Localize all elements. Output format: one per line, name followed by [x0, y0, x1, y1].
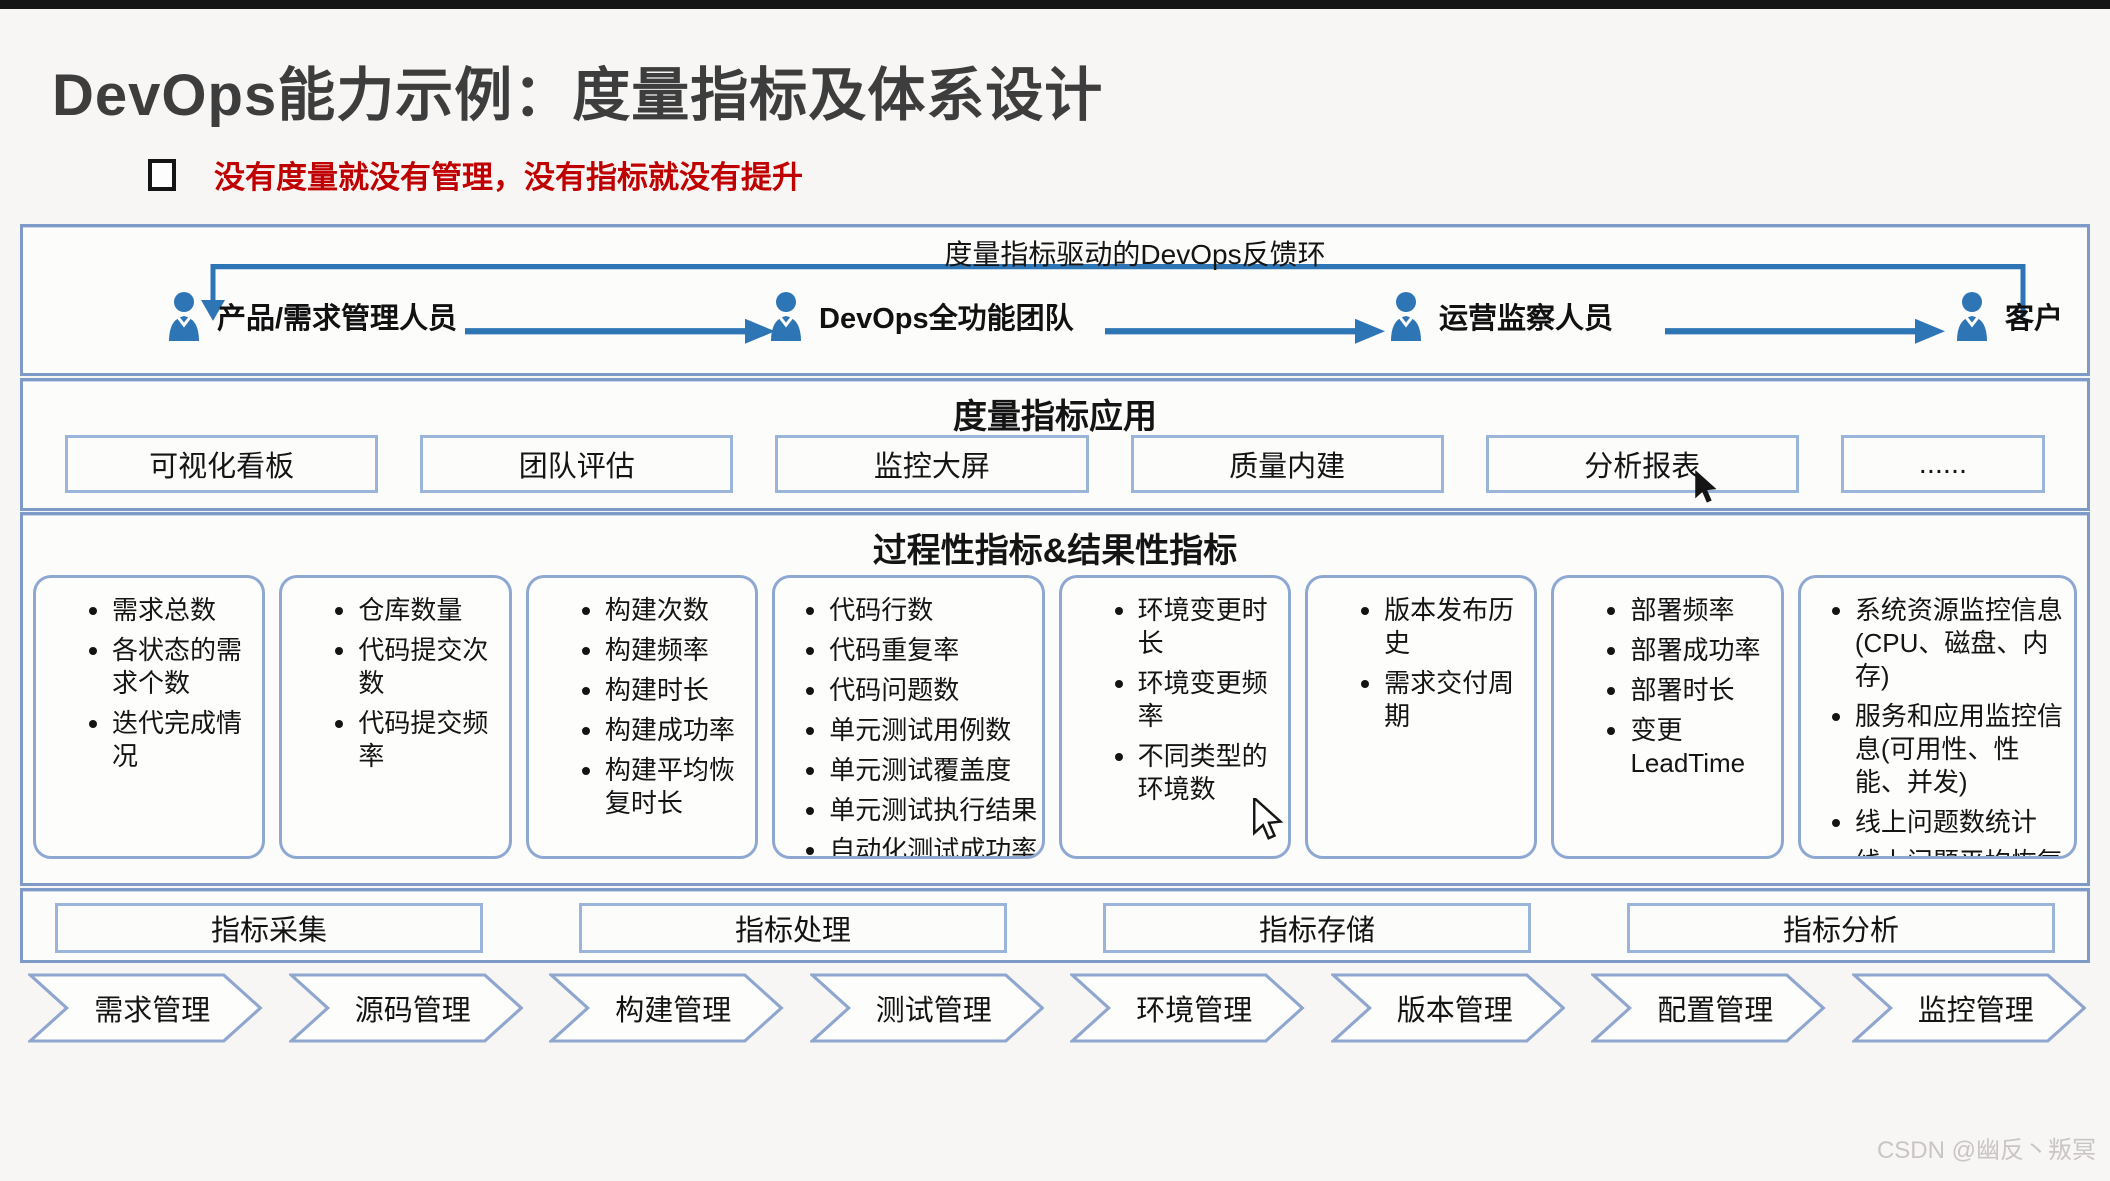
pipeline-stage-version-mgmt: 版本管理	[1331, 973, 1566, 1043]
pipeline-stage-label: 构建管理	[549, 973, 784, 1043]
app-box-team-evaluation: 团队评估	[420, 435, 733, 493]
metric-item: 构建成功率	[605, 714, 751, 747]
metric-processing-panel: 指标采集 指标处理 指标存储 指标分析	[20, 888, 2090, 963]
top-black-strip	[0, 0, 2110, 9]
metric-item: 部署时长	[1630, 674, 1776, 707]
role-label: 客户	[2005, 295, 2063, 337]
metric-column-release: 版本发布历史 需求交付周期	[1305, 575, 1537, 859]
pipeline-stage-source-mgmt: 源码管理	[289, 973, 524, 1043]
metric-column-monitoring: 系统资源监控信息(CPU、磁盘、内存) 服务和应用监控信息(可用性、性能、并发)…	[1798, 575, 2077, 859]
role-product-manager: 产品/需求管理人员	[163, 291, 457, 341]
proc-box-process: 指标处理	[579, 903, 1007, 953]
app-box-analysis-report: 分析报表	[1486, 435, 1799, 493]
metrics-title: 过程性指标&结果性指标	[23, 523, 2087, 572]
metric-processing-row: 指标采集 指标处理 指标存储 指标分析	[55, 903, 2055, 953]
square-bullet-icon	[148, 159, 176, 191]
feedback-loop-title: 度量指标驱动的DevOps反馈环	[936, 233, 1333, 273]
role-ops-monitor: 运营监察人员	[1385, 291, 1613, 341]
person-icon	[1951, 291, 1993, 341]
pipeline-stage-build-mgmt: 构建管理	[549, 973, 784, 1043]
pipeline-stage-env-mgmt: 环境管理	[1070, 973, 1305, 1043]
watermark: CSDN @幽反丶叛冥	[1877, 1130, 2096, 1165]
metric-column-build: 构建次数 构建频率 构建时长 构建成功率 构建平均恢复时长	[526, 575, 758, 859]
subtitle-text: 没有度量就没有管理，没有指标就没有提升	[214, 152, 803, 197]
metric-item: 构建平均恢复时长	[605, 754, 751, 820]
page-title: DevOps能力示例：度量指标及体系设计	[52, 48, 1103, 132]
pipeline-stage-monitor-mgmt: 监控管理	[1852, 973, 2087, 1043]
metric-applications-panel: 度量指标应用 可视化看板 团队评估 监控大屏 质量内建 分析报表 ......	[20, 378, 2090, 511]
role-label: 产品/需求管理人员	[217, 295, 457, 337]
metric-item: 单元测试执行结果	[829, 794, 1037, 827]
metric-item: 线上问题平均恢复时长	[1855, 846, 2070, 859]
pipeline-stage-label: 源码管理	[289, 973, 524, 1043]
metrics-panel: 过程性指标&结果性指标 需求总数 各状态的需求个数 迭代完成情况 仓库数量 代码…	[20, 512, 2090, 886]
proc-box-collect: 指标采集	[55, 903, 483, 953]
metric-item: 需求交付周期	[1384, 667, 1530, 733]
person-icon	[163, 291, 205, 341]
metric-item: 部署成功率	[1630, 634, 1776, 667]
pipeline-stage-label: 环境管理	[1070, 973, 1305, 1043]
role-customer: 客户	[1951, 291, 2063, 341]
metric-applications-row: 可视化看板 团队评估 监控大屏 质量内建 分析报表 ......	[65, 435, 2045, 493]
pipeline-stage-label: 测试管理	[810, 973, 1045, 1043]
mouse-cursor-solid	[1693, 470, 1723, 504]
app-box-visual-dashboard: 可视化看板	[65, 435, 378, 493]
pipeline-stage-label: 需求管理	[28, 973, 263, 1043]
pipeline-row: 需求管理 源码管理 构建管理 测试管理 环境管理 版本管理 配置管理	[28, 973, 2086, 1043]
app-box-ellipsis: ......	[1841, 435, 2045, 493]
metric-item: 仓库数量	[358, 594, 504, 627]
pipeline-stage-label: 监控管理	[1852, 973, 2087, 1043]
person-icon	[1385, 291, 1427, 341]
metric-item: 需求总数	[112, 594, 258, 627]
pipeline-stage-label: 配置管理	[1591, 973, 1826, 1043]
pipeline-stage-requirement-mgmt: 需求管理	[28, 973, 263, 1043]
proc-box-analyze: 指标分析	[1627, 903, 2055, 953]
metric-item: 迭代完成情况	[112, 707, 258, 773]
role-devops-team: DevOps全功能团队	[765, 291, 1074, 341]
metric-item: 环境变更频率	[1138, 667, 1284, 733]
app-box-quality-builtin: 质量内建	[1131, 435, 1444, 493]
metric-item: 系统资源监控信息(CPU、磁盘、内存)	[1855, 594, 2070, 693]
proc-box-store: 指标存储	[1103, 903, 1531, 953]
metrics-columns: 需求总数 各状态的需求个数 迭代完成情况 仓库数量 代码提交次数 代码提交频率 …	[33, 575, 2077, 859]
metric-item: 代码提交次数	[358, 634, 504, 700]
metric-item: 代码问题数	[829, 674, 1037, 707]
metric-item: 服务和应用监控信息(可用性、性能、并发)	[1855, 700, 2070, 799]
metric-item: 构建频率	[605, 634, 751, 667]
metric-column-requirements: 需求总数 各状态的需求个数 迭代完成情况	[33, 575, 265, 859]
metric-item: 构建次数	[605, 594, 751, 627]
role-label: DevOps全功能团队	[819, 295, 1074, 337]
metric-item: 变更LeadTime	[1630, 714, 1776, 780]
metric-item: 单元测试覆盖度	[829, 754, 1037, 787]
app-box-monitor-screen: 监控大屏	[775, 435, 1088, 493]
metric-item: 各状态的需求个数	[112, 634, 258, 700]
pipeline-stage-config-mgmt: 配置管理	[1591, 973, 1826, 1043]
metric-item: 版本发布历史	[1384, 594, 1530, 660]
metric-column-deploy: 部署频率 部署成功率 部署时长 变更LeadTime	[1551, 575, 1783, 859]
metric-item: 不同类型的环境数	[1138, 740, 1284, 806]
role-label: 运营监察人员	[1439, 295, 1613, 337]
feedback-loop-panel: 度量指标驱动的DevOps反馈环 产品/需求管理人员 DevOps全功能团队 运…	[20, 224, 2090, 376]
metric-item: 自动化测试成功率	[829, 834, 1037, 859]
metric-column-source: 仓库数量 代码提交次数 代码提交频率	[279, 575, 511, 859]
metric-item: 代码行数	[829, 594, 1037, 627]
mouse-cursor-outline	[1252, 798, 1288, 840]
metric-item: 代码提交频率	[358, 707, 504, 773]
metric-applications-title: 度量指标应用	[23, 389, 2087, 438]
metric-item: 环境变更时长	[1138, 594, 1284, 660]
subtitle-row: 没有度量就没有管理，没有指标就没有提升	[148, 152, 803, 197]
metric-column-test: 代码行数 代码重复率 代码问题数 单元测试用例数 单元测试覆盖度 单元测试执行结…	[772, 575, 1044, 859]
person-icon	[765, 291, 807, 341]
pipeline-stage-test-mgmt: 测试管理	[810, 973, 1045, 1043]
metric-item: 单元测试用例数	[829, 714, 1037, 747]
pipeline-stage-label: 版本管理	[1331, 973, 1566, 1043]
metric-item: 线上问题数统计	[1855, 806, 2070, 839]
metric-item: 代码重复率	[829, 634, 1037, 667]
metric-item: 部署频率	[1630, 594, 1776, 627]
metric-item: 构建时长	[605, 674, 751, 707]
